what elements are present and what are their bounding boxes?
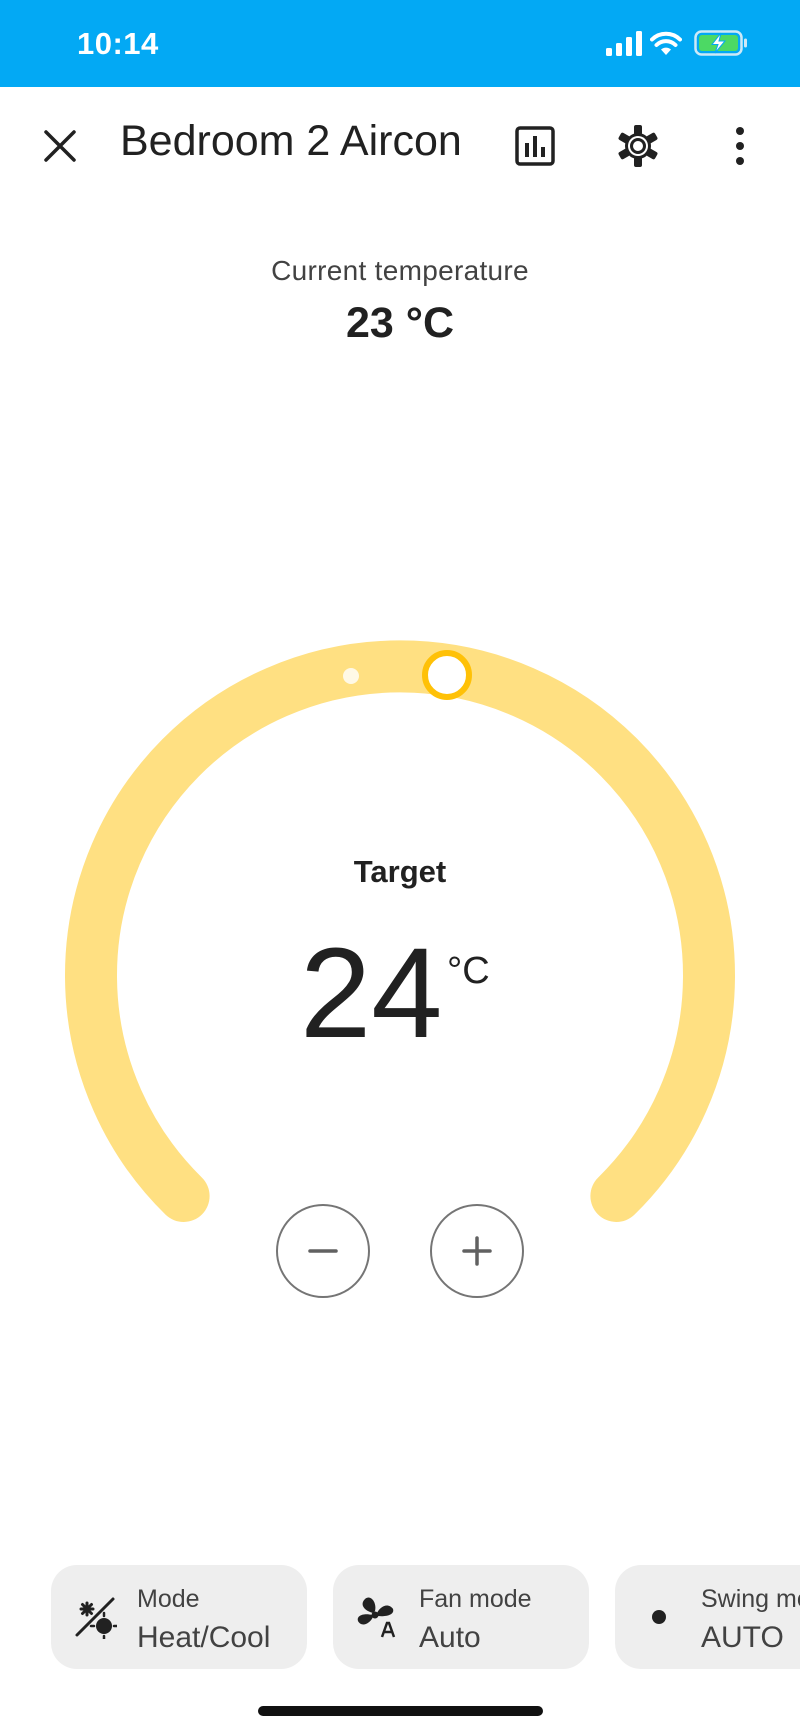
sun-snowflake-icon <box>75 1597 117 1639</box>
mode-chip-title: Mode <box>137 1585 200 1613</box>
wifi-icon <box>650 31 682 55</box>
target-temperature-value: 24 <box>300 922 443 1065</box>
control-chips: Mode Heat/Cool Fan mode Auto Swing mode … <box>0 1565 800 1669</box>
settings-button[interactable] <box>606 114 670 178</box>
gear-icon <box>618 125 658 167</box>
bar-chart-icon <box>515 126 555 166</box>
minus-icon <box>308 1249 338 1253</box>
dialog-header: Bedroom 2 Aircon <box>0 87 800 205</box>
decrease-temperature-button[interactable] <box>276 1204 370 1298</box>
mode-chip-value: Heat/Cool <box>137 1621 271 1654</box>
fan-mode-chip[interactable]: Fan mode Auto <box>333 1565 589 1669</box>
mode-chip[interactable]: Mode Heat/Cool <box>51 1565 307 1669</box>
more-options-button[interactable] <box>708 114 772 178</box>
target-temperature-handle <box>422 650 472 700</box>
cellular-signal-icon <box>606 31 642 56</box>
dot-icon <box>652 1610 666 1624</box>
current-temperature-value: 23 °C <box>345 299 455 347</box>
home-indicator <box>258 1706 543 1716</box>
close-icon <box>44 130 76 162</box>
fan-auto-icon <box>357 1597 397 1639</box>
plus-icon <box>462 1236 492 1266</box>
thermostat-dial: Target 24 °C <box>0 600 800 1298</box>
current-temperature: Current temperature 23 °C <box>0 255 800 348</box>
increase-temperature-button[interactable] <box>430 1204 524 1298</box>
target-temperature-unit: °C <box>447 950 490 992</box>
current-temperature-label: Current temperature <box>271 255 529 286</box>
close-button[interactable] <box>28 114 92 178</box>
swing-mode-chip-title: Swing mode <box>701 1585 800 1613</box>
status-time: 10:14 <box>77 26 159 61</box>
battery-charging-icon <box>694 30 747 56</box>
current-temperature-marker-dot <box>343 668 359 684</box>
history-button[interactable] <box>503 114 567 178</box>
swing-mode-chip[interactable]: Swing mode AUTO <box>615 1565 800 1669</box>
dialog-title: Bedroom 2 Aircon <box>120 117 462 165</box>
fan-mode-chip-value: Auto <box>419 1621 481 1654</box>
swing-mode-chip-value: AUTO <box>701 1621 784 1654</box>
fan-mode-chip-title: Fan mode <box>419 1585 532 1613</box>
more-vertical-icon <box>736 127 744 165</box>
target-label: Target <box>353 854 447 889</box>
status-bar: 10:14 <box>0 0 800 87</box>
